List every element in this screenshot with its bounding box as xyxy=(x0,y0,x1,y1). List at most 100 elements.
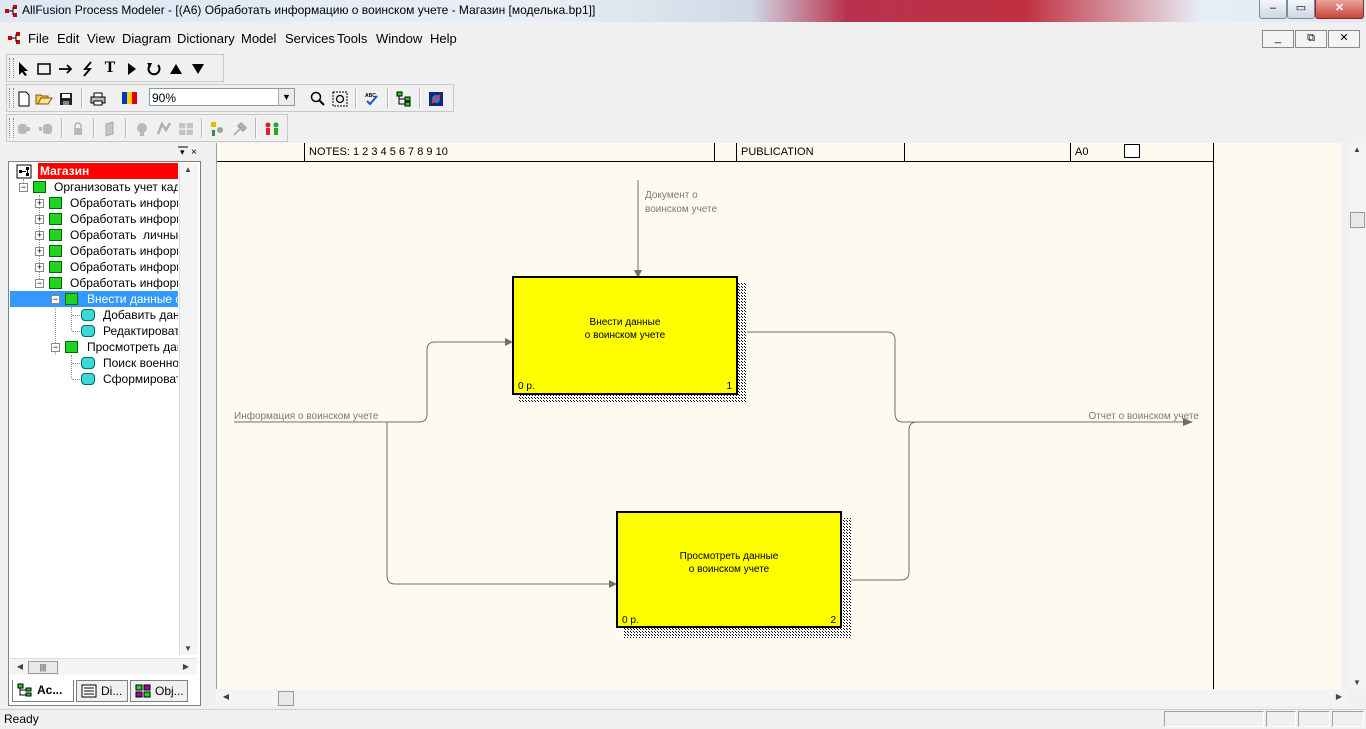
menu-dictionary[interactable]: Dictionary xyxy=(177,31,235,46)
expand-icon[interactable]: + xyxy=(35,247,44,256)
rotate-icon[interactable] xyxy=(143,57,165,79)
activity-box-2[interactable]: Просмотреть данные о воинском учете 0 р.… xyxy=(616,511,851,638)
menu-edit[interactable]: Edit xyxy=(57,31,79,46)
scroll-thumb[interactable] xyxy=(278,691,294,706)
chevron-down-icon[interactable]: ▼ xyxy=(278,89,294,105)
save-icon[interactable] xyxy=(55,87,77,109)
arrow-tool-icon[interactable] xyxy=(55,57,77,79)
scroll-right-icon[interactable]: ▶ xyxy=(1331,692,1347,701)
scroll-right-icon[interactable]: ▶ xyxy=(178,662,194,671)
scroll-down-icon[interactable]: ▼ xyxy=(180,644,196,653)
tree-item[interactable]: Поиск военнос xyxy=(10,355,178,371)
tree-item[interactable]: Сформировать xyxy=(10,371,178,387)
mart-disconnect-icon[interactable] xyxy=(35,117,57,139)
lock-icon[interactable] xyxy=(67,117,89,139)
minimize-button[interactable]: – xyxy=(1259,0,1287,19)
toolbar-separator xyxy=(355,88,357,108)
expand-icon[interactable]: + xyxy=(35,231,44,240)
expand-icon[interactable]: + xyxy=(35,263,44,272)
tree-item[interactable]: − Просмотреть данн xyxy=(10,339,178,355)
menu-window[interactable]: Window xyxy=(376,31,422,46)
menu-diagram[interactable]: Diagram xyxy=(122,31,171,46)
scroll-thumb[interactable]: ||| xyxy=(28,661,58,674)
tree-item[interactable]: − Обработать информа xyxy=(10,275,178,291)
collapse-icon[interactable]: − xyxy=(19,183,28,192)
open-folder-icon[interactable] xyxy=(33,87,55,109)
mdi-restore-button[interactable]: ⧉ xyxy=(1295,30,1327,48)
tab-diagrams[interactable]: Di... xyxy=(76,680,128,702)
green-box-icon xyxy=(49,197,62,209)
close-button[interactable]: ✕ xyxy=(1315,0,1364,19)
zoom-icon[interactable] xyxy=(307,87,329,109)
tree-item[interactable]: + Обработать информа xyxy=(10,195,178,211)
scroll-up-icon[interactable]: ▲ xyxy=(180,165,196,174)
tree-item[interactable]: + Обработать информа xyxy=(10,243,178,259)
model-mart-icon[interactable] xyxy=(425,87,447,109)
menu-tools[interactable]: Tools xyxy=(337,31,367,46)
new-file-icon[interactable] xyxy=(13,87,35,109)
menu-file[interactable]: File xyxy=(28,31,49,46)
tree-vertical-scrollbar[interactable]: ▲ ▼ xyxy=(179,163,198,655)
tree-item[interactable]: + Обработать информа xyxy=(10,259,178,275)
diagram-canvas[interactable]: NOTES: 1 2 3 4 5 6 7 8 9 10 PUBLICATION … xyxy=(216,143,1341,689)
expand-icon[interactable]: + xyxy=(35,215,44,224)
mart-library-icon[interactable] xyxy=(99,117,121,139)
zoom-fit-icon[interactable] xyxy=(329,87,351,109)
print-icon[interactable] xyxy=(87,87,109,109)
activity-box-1[interactable]: Внести данные о воинском учете 0 р. 1 xyxy=(512,276,747,403)
go-to-child-icon[interactable] xyxy=(187,57,209,79)
menu-model[interactable]: Model xyxy=(241,31,276,46)
mart-tools-icon[interactable] xyxy=(229,117,251,139)
tab-objects[interactable]: Obj... xyxy=(130,680,188,702)
color-palette-icon[interactable] xyxy=(119,87,141,109)
scroll-left-icon[interactable]: ◀ xyxy=(218,692,234,701)
status-bar xyxy=(0,709,1366,729)
menu-view[interactable]: View xyxy=(87,31,115,46)
zoom-select[interactable]: 90% ▼ xyxy=(149,88,295,106)
mart-grid-icon[interactable] xyxy=(175,117,197,139)
mdi-close-button[interactable]: ✕ xyxy=(1328,30,1360,48)
scroll-left-icon[interactable]: ◀ xyxy=(12,662,28,671)
mart-save-icon[interactable] xyxy=(153,117,175,139)
text-tool-icon[interactable]: T xyxy=(99,57,121,79)
tree-item[interactable]: − Организовать учет кадр xyxy=(10,179,178,195)
expand-icon[interactable]: + xyxy=(35,199,44,208)
pointer-tool-icon[interactable] xyxy=(13,57,35,79)
users-icon[interactable] xyxy=(261,117,283,139)
model-explorer-icon[interactable] xyxy=(393,87,415,109)
menu-services[interactable]: Services xyxy=(285,31,335,46)
tree-root[interactable]: Магазин xyxy=(10,163,178,179)
scroll-down-icon[interactable]: ▼ xyxy=(1349,678,1365,687)
document-icon[interactable] xyxy=(6,30,22,46)
mart-open-icon[interactable] xyxy=(131,117,153,139)
tree-item[interactable]: Добавить данн xyxy=(10,307,178,323)
go-to-sibling-icon[interactable] xyxy=(121,57,143,79)
arrow-control-label[interactable]: воинском учете xyxy=(645,204,717,215)
collapse-icon[interactable]: − xyxy=(35,279,44,288)
box-tool-icon[interactable] xyxy=(33,57,55,79)
spell-check-icon[interactable]: ABC xyxy=(361,87,383,109)
arrow-input-label[interactable]: Информация о воинском учете xyxy=(234,410,379,422)
collapse-icon[interactable]: − xyxy=(51,343,60,352)
canvas-horizontal-scrollbar[interactable]: ◀ ▶ xyxy=(216,689,1349,706)
tree-item[interactable]: + Обработать личные xyxy=(10,227,178,243)
squiggle-tool-icon[interactable] xyxy=(77,57,99,79)
mdi-minimize-button[interactable]: _ xyxy=(1262,30,1294,48)
menu-help[interactable]: Help xyxy=(430,31,457,46)
tree-item-label: Обработать информа xyxy=(70,276,178,290)
mart-user-icon[interactable] xyxy=(207,117,229,139)
arrow-control[interactable] xyxy=(634,180,642,278)
arrow-control-label[interactable]: Документ о xyxy=(645,190,698,201)
restore-button[interactable]: ▭ xyxy=(1287,0,1315,19)
tree-item[interactable]: Редактировать xyxy=(10,323,178,339)
go-to-parent-icon[interactable] xyxy=(165,57,187,79)
tab-activities[interactable]: Ac... xyxy=(12,680,74,702)
scroll-thumb[interactable] xyxy=(1350,212,1365,228)
tree-item-selected[interactable]: − Внести данные о в xyxy=(10,291,178,307)
scroll-up-icon[interactable]: ▲ xyxy=(1349,145,1365,154)
tree-horizontal-scrollbar[interactable]: ◀ ||| ▶ xyxy=(10,658,197,675)
tree-item[interactable]: + Обработать информа xyxy=(10,211,178,227)
mart-connect-icon[interactable] xyxy=(13,117,35,139)
arrow-output-label[interactable]: Отчет о воинском учете xyxy=(1088,411,1199,422)
collapse-icon[interactable]: − xyxy=(51,295,60,304)
